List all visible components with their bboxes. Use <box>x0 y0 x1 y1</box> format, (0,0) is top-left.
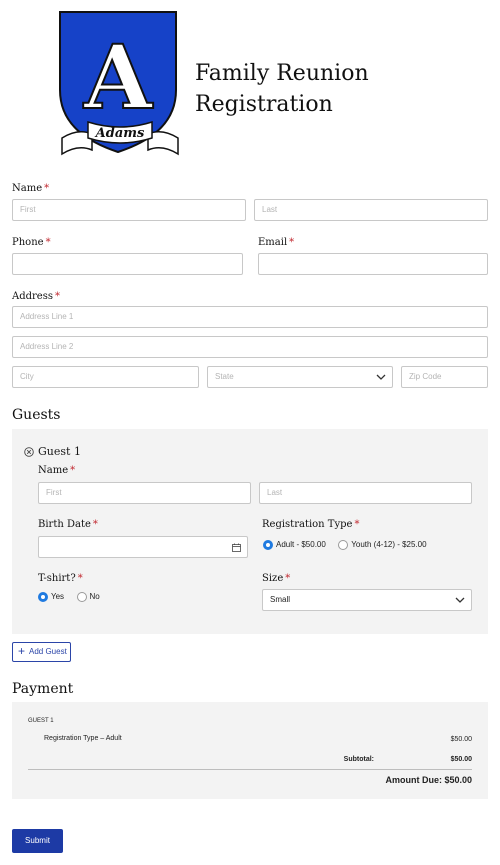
state-select[interactable]: State <box>207 366 393 388</box>
family-crest-logo: A Adams <box>59 11 179 156</box>
radio-tshirt-yes-label: Yes <box>51 592 65 602</box>
birth-date-label: Birth Date * <box>38 519 98 530</box>
email-input[interactable] <box>258 253 488 275</box>
email-label: Email * <box>258 237 295 248</box>
guest-last-name-input[interactable]: Last <box>259 482 472 504</box>
city-input[interactable]: City <box>12 366 199 388</box>
tshirt-label: T-shirt? * <box>38 573 83 584</box>
payment-group-label: GUEST 1 <box>28 718 54 724</box>
divider <box>28 769 472 770</box>
registration-type-label: Registration Type * <box>262 519 360 530</box>
phone-input[interactable] <box>12 253 243 275</box>
chevron-down-icon <box>376 374 386 380</box>
tshirt-group: Yes No <box>38 588 108 606</box>
birth-date-input[interactable] <box>38 536 248 558</box>
guest-panel: Guest 1 Name * First Last Birth Date * Reg… <box>12 429 488 634</box>
line-item-label: Registration Type – Adult <box>44 735 122 742</box>
guest-first-name-input[interactable]: First <box>38 482 251 504</box>
radio-tshirt-no[interactable] <box>76 591 87 602</box>
guest-name-label: Name * <box>38 465 76 476</box>
guest-title: Guest 1 <box>38 445 81 458</box>
radio-youth-label: Youth (4-12) - $25.00 <box>351 540 427 550</box>
add-guest-button[interactable]: + Add Guest <box>12 642 71 662</box>
name-label: Name * <box>12 183 50 194</box>
subtotal-amount: $50.00 <box>450 756 472 763</box>
address-label: Address * <box>12 291 60 302</box>
radio-adult[interactable] <box>263 539 273 550</box>
phone-label: Phone * <box>12 237 51 248</box>
plus-icon: + <box>18 644 26 658</box>
address-line1-input[interactable]: Address Line 1 <box>12 306 488 328</box>
radio-adult-label: Adult - $50.00 <box>276 540 326 550</box>
remove-guest-icon[interactable] <box>24 447 34 457</box>
guests-heading: Guests <box>12 407 61 423</box>
size-label: Size * <box>262 573 291 584</box>
last-name-input[interactable]: Last <box>254 199 488 221</box>
subtotal-label: Subtotal: <box>343 756 374 763</box>
radio-tshirt-yes[interactable] <box>38 591 48 602</box>
calendar-icon[interactable] <box>232 543 241 552</box>
amount-due: Amount Due: $50.00 <box>385 775 472 785</box>
payment-summary: GUEST 1 Registration Type – Adult $50.00… <box>12 702 488 799</box>
svg-text:Adams: Adams <box>94 126 145 141</box>
address-line2-input[interactable]: Address Line 2 <box>12 336 488 358</box>
submit-button[interactable]: Submit <box>12 829 63 853</box>
payment-heading: Payment <box>12 681 74 697</box>
svg-text:A: A <box>83 25 154 129</box>
zip-input[interactable]: Zip Code <box>401 366 488 388</box>
radio-tshirt-no-label: No <box>89 592 100 602</box>
page-header: A Adams Family Reunion Registration <box>58 10 478 170</box>
size-select[interactable]: Small <box>262 589 472 611</box>
first-name-input[interactable]: First <box>12 199 246 221</box>
radio-youth[interactable] <box>338 539 349 550</box>
page-title: Family Reunion Registration <box>195 61 369 117</box>
line-item-amount: $50.00 <box>450 736 472 743</box>
chevron-down-icon <box>455 597 465 603</box>
registration-type-group: Adult - $50.00 Youth (4-12) - $25.00 <box>263 536 435 554</box>
